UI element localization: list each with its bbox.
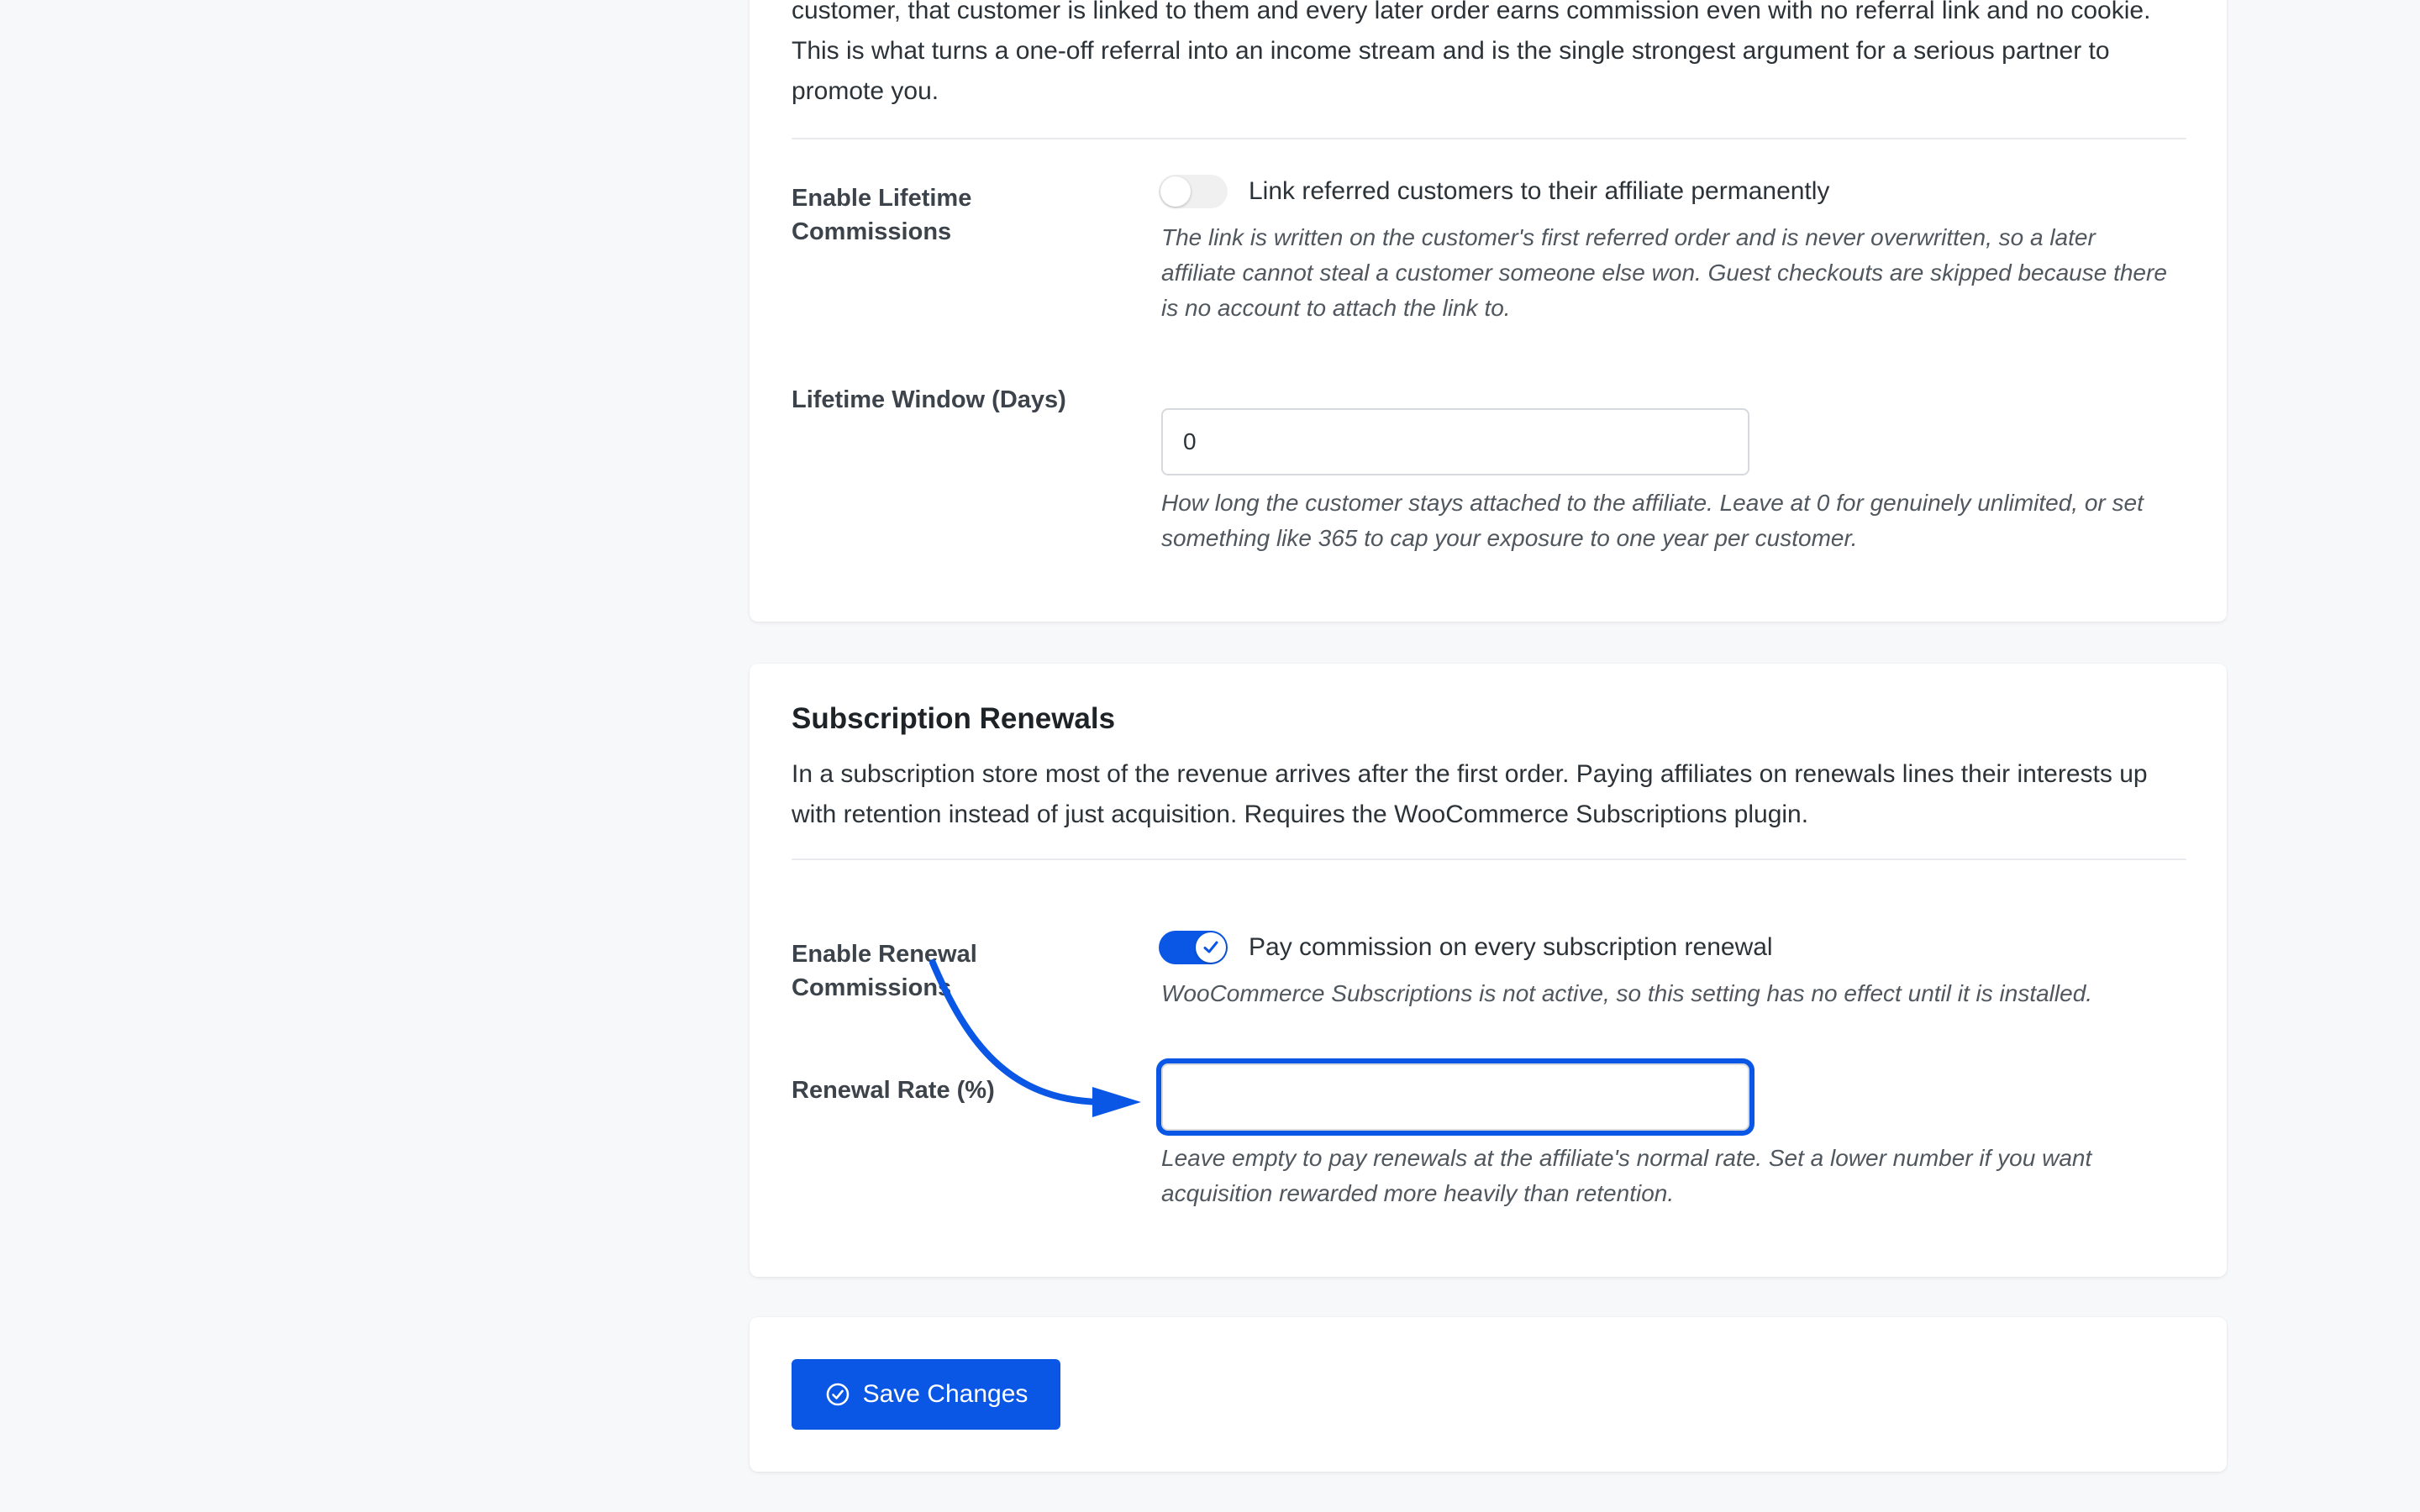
- enable-lifetime-toggle-label[interactable]: Link referred customers to their affilia…: [1249, 175, 1829, 208]
- enable-lifetime-toggle[interactable]: [1159, 175, 1228, 208]
- section-divider: [792, 138, 2186, 139]
- enable-renewal-toggle[interactable]: [1159, 931, 1228, 964]
- save-card: Save Changes: [750, 1317, 2227, 1472]
- lifetime-window-input[interactable]: [1161, 408, 1749, 475]
- enable-renewal-label: Enable Renewal Commissions: [792, 941, 977, 1001]
- enable-lifetime-label: Enable Lifetime Commissions: [792, 185, 972, 245]
- checkmark-icon: [1203, 941, 1218, 953]
- lifetime-section-intro: customer, that customer is linked to the…: [792, 0, 2151, 105]
- enable-renewal-help: WooCommerce Subscriptions is not active,…: [1161, 980, 2093, 1006]
- lifetime-window-help: How long the customer stays attached to …: [1161, 490, 2144, 551]
- renewal-rate-input[interactable]: [1161, 1063, 1749, 1131]
- check-circle-icon: [826, 1383, 849, 1406]
- toggle-knob: [1196, 932, 1226, 963]
- section-divider: [792, 858, 2186, 860]
- section-title: Subscription Renewals: [792, 702, 1116, 735]
- enable-lifetime-help: The link is written on the customer's fi…: [1161, 224, 2167, 321]
- toggle-knob: [1160, 176, 1191, 207]
- lifetime-window-label: Lifetime Window (Days): [792, 386, 1066, 413]
- renewal-rate-help: Leave empty to pay renewals at the affil…: [1161, 1145, 2092, 1206]
- save-button-label: Save Changes: [862, 1380, 1028, 1408]
- renewal-rate-label: Renewal Rate (%): [792, 1077, 995, 1104]
- enable-renewal-toggle-label[interactable]: Pay commission on every subscription ren…: [1249, 931, 1773, 964]
- renewals-section-intro: In a subscription store most of the reve…: [792, 760, 2148, 828]
- save-changes-button[interactable]: Save Changes: [792, 1359, 1060, 1430]
- subscription-renewals-card: Subscription Renewals In a subscription …: [750, 664, 2227, 1277]
- lifetime-commissions-card: customer, that customer is linked to the…: [750, 0, 2227, 622]
- settings-page: customer, that customer is linked to the…: [0, 0, 2420, 1512]
